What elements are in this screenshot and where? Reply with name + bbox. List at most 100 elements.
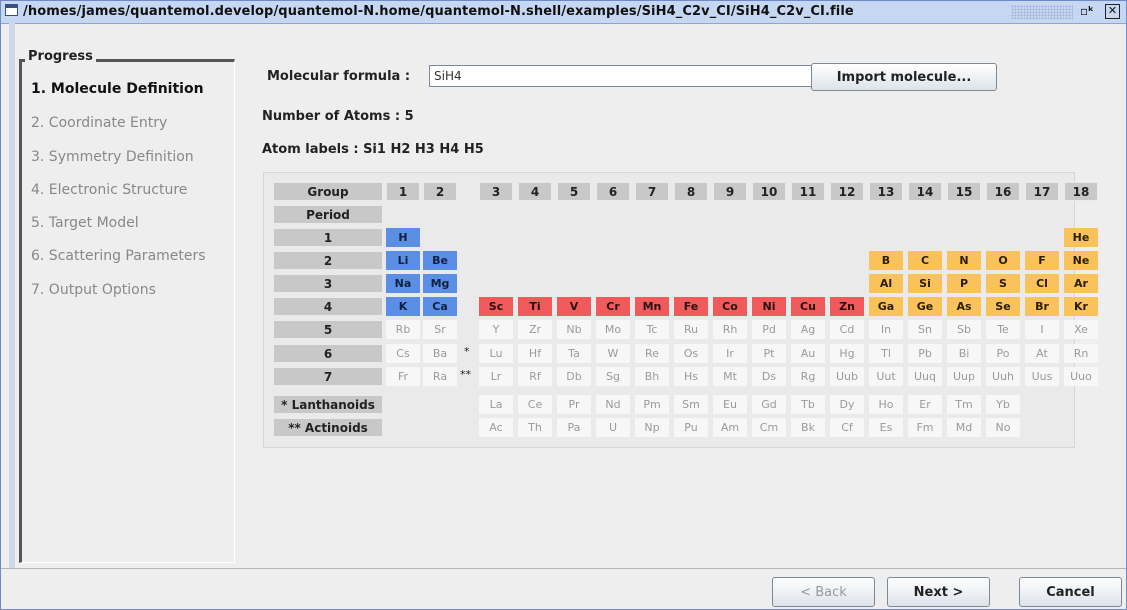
element-pm[interactable]: Pm — [635, 395, 669, 414]
element-mg[interactable]: Mg — [423, 274, 457, 293]
element-rh[interactable]: Rh — [713, 320, 747, 339]
element-te[interactable]: Te — [986, 320, 1020, 339]
element-la[interactable]: La — [479, 395, 513, 414]
element-li[interactable]: Li — [386, 251, 420, 270]
element-o[interactable]: O — [986, 251, 1020, 270]
element-cu[interactable]: Cu — [791, 297, 825, 316]
element-uuh[interactable]: Uuh — [986, 367, 1020, 386]
element-v[interactable]: V — [557, 297, 591, 316]
element-hf[interactable]: Hf — [518, 344, 552, 363]
element-as[interactable]: As — [947, 297, 981, 316]
element-lr[interactable]: Lr — [479, 367, 513, 386]
element-tm[interactable]: Tm — [947, 395, 981, 414]
element-b[interactable]: B — [869, 251, 903, 270]
element-pu[interactable]: Pu — [674, 418, 708, 437]
title-bar[interactable]: /homes/james/quantemol.develop/quantemol… — [1, 1, 1126, 24]
element-ti[interactable]: Ti — [518, 297, 552, 316]
element-au[interactable]: Au — [791, 344, 825, 363]
element-nb[interactable]: Nb — [557, 320, 591, 339]
element-ba[interactable]: Ba — [423, 344, 457, 363]
element-ds[interactable]: Ds — [752, 367, 786, 386]
element-pb[interactable]: Pb — [908, 344, 942, 363]
element-u[interactable]: U — [596, 418, 630, 437]
element-cm[interactable]: Cm — [752, 418, 786, 437]
element-uut[interactable]: Uut — [869, 367, 903, 386]
progress-step-5[interactable]: 5. Target Model — [31, 215, 139, 231]
element-bi[interactable]: Bi — [947, 344, 981, 363]
element-am[interactable]: Am — [713, 418, 747, 437]
element-fr[interactable]: Fr — [386, 367, 420, 386]
element-sg[interactable]: Sg — [596, 367, 630, 386]
element-y[interactable]: Y — [479, 320, 513, 339]
progress-step-4[interactable]: 4. Electronic Structure — [31, 182, 187, 198]
element-sn[interactable]: Sn — [908, 320, 942, 339]
element-ni[interactable]: Ni — [752, 297, 786, 316]
element-uuo[interactable]: Uuo — [1064, 367, 1098, 386]
progress-step-2[interactable]: 2. Coordinate Entry — [31, 115, 167, 131]
close-icon[interactable]: ✕ — [1105, 4, 1120, 19]
progress-step-7[interactable]: 7. Output Options — [31, 282, 156, 298]
element-cs[interactable]: Cs — [386, 344, 420, 363]
element-sr[interactable]: Sr — [423, 320, 457, 339]
progress-step-3[interactable]: 3. Symmetry Definition — [31, 149, 194, 165]
element-ga[interactable]: Ga — [869, 297, 903, 316]
element-ra[interactable]: Ra — [423, 367, 457, 386]
element-uus[interactable]: Uus — [1025, 367, 1059, 386]
element-pa[interactable]: Pa — [557, 418, 591, 437]
element-rn[interactable]: Rn — [1064, 344, 1098, 363]
element-br[interactable]: Br — [1025, 297, 1059, 316]
element-db[interactable]: Db — [557, 367, 591, 386]
element-n[interactable]: N — [947, 251, 981, 270]
element-ir[interactable]: Ir — [713, 344, 747, 363]
import-molecule-button[interactable]: Import molecule... — [811, 63, 997, 91]
element-ge[interactable]: Ge — [908, 297, 942, 316]
element-sm[interactable]: Sm — [674, 395, 708, 414]
element-p[interactable]: P — [947, 274, 981, 293]
element-ar[interactable]: Ar — [1064, 274, 1098, 293]
element-th[interactable]: Th — [518, 418, 552, 437]
element-bk[interactable]: Bk — [791, 418, 825, 437]
element-ag[interactable]: Ag — [791, 320, 825, 339]
element-kr[interactable]: Kr — [1064, 297, 1098, 316]
window-menu-icon[interactable] — [5, 4, 18, 16]
progress-step-6[interactable]: 6. Scattering Parameters — [31, 248, 206, 264]
element-uup[interactable]: Uup — [947, 367, 981, 386]
element-f[interactable]: F — [1025, 251, 1059, 270]
element-i[interactable]: I — [1025, 320, 1059, 339]
element-md[interactable]: Md — [947, 418, 981, 437]
element-ca[interactable]: Ca — [423, 297, 457, 316]
element-w[interactable]: W — [596, 344, 630, 363]
element-se[interactable]: Se — [986, 297, 1020, 316]
element-bh[interactable]: Bh — [635, 367, 669, 386]
back-button[interactable]: < Back — [772, 577, 875, 607]
element-zr[interactable]: Zr — [518, 320, 552, 339]
progress-step-1[interactable]: 1. Molecule Definition — [31, 81, 204, 97]
element-h[interactable]: H — [386, 228, 420, 247]
element-cf[interactable]: Cf — [830, 418, 864, 437]
element-ru[interactable]: Ru — [674, 320, 708, 339]
element-cd[interactable]: Cd — [830, 320, 864, 339]
element-nd[interactable]: Nd — [596, 395, 630, 414]
element-pr[interactable]: Pr — [557, 395, 591, 414]
element-ac[interactable]: Ac — [479, 418, 513, 437]
element-pt[interactable]: Pt — [752, 344, 786, 363]
element-hs[interactable]: Hs — [674, 367, 708, 386]
element-yb[interactable]: Yb — [986, 395, 1020, 414]
element-cr[interactable]: Cr — [596, 297, 630, 316]
element-al[interactable]: Al — [869, 274, 903, 293]
element-uuq[interactable]: Uuq — [908, 367, 942, 386]
element-es[interactable]: Es — [869, 418, 903, 437]
element-na[interactable]: Na — [386, 274, 420, 293]
element-tb[interactable]: Tb — [791, 395, 825, 414]
element-rb[interactable]: Rb — [386, 320, 420, 339]
element-ce[interactable]: Ce — [518, 395, 552, 414]
element-np[interactable]: Np — [635, 418, 669, 437]
element-eu[interactable]: Eu — [713, 395, 747, 414]
element-po[interactable]: Po — [986, 344, 1020, 363]
element-pd[interactable]: Pd — [752, 320, 786, 339]
element-re[interactable]: Re — [635, 344, 669, 363]
element-uub[interactable]: Uub — [830, 367, 864, 386]
next-button[interactable]: Next > — [887, 577, 990, 607]
element-tc[interactable]: Tc — [635, 320, 669, 339]
minimize-icon[interactable]: ▫ᵏ — [1079, 3, 1095, 19]
